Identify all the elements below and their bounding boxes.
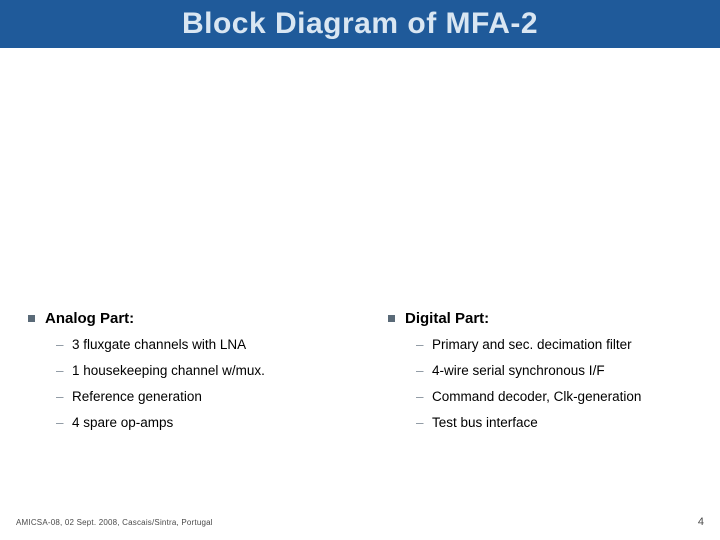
slide: Block Diagram of MFA-2 Analog Part: 3 fl… <box>0 0 720 540</box>
digital-list: Primary and sec. decimation filter 4-wir… <box>388 337 710 432</box>
footer: AMICSA-08, 02 Sept. 2008, Cascais/Sintra… <box>16 516 704 528</box>
list-item: Reference generation <box>56 389 350 406</box>
left-column: Analog Part: 3 fluxgate channels with LN… <box>0 310 360 441</box>
section-header-analog: Analog Part: <box>28 310 350 327</box>
right-column: Digital Part: Primary and sec. decimatio… <box>360 310 720 441</box>
digital-heading: Digital Part: <box>405 310 489 327</box>
title-bar: Block Diagram of MFA-2 <box>0 0 720 48</box>
page-number: 4 <box>698 516 704 528</box>
section-header-digital: Digital Part: <box>388 310 710 327</box>
content-area: Analog Part: 3 fluxgate channels with LN… <box>0 310 720 441</box>
list-item: 1 housekeeping channel w/mux. <box>56 363 350 380</box>
square-bullet-icon <box>28 315 35 322</box>
analog-heading: Analog Part: <box>45 310 134 327</box>
list-item: Test bus interface <box>416 415 710 432</box>
footer-venue: AMICSA-08, 02 Sept. 2008, Cascais/Sintra… <box>16 518 213 527</box>
list-item: 3 fluxgate channels with LNA <box>56 337 350 354</box>
list-item: 4-wire serial synchronous I/F <box>416 363 710 380</box>
list-item: 4 spare op-amps <box>56 415 350 432</box>
list-item: Primary and sec. decimation filter <box>416 337 710 354</box>
square-bullet-icon <box>388 315 395 322</box>
list-item: Command decoder, Clk-generation <box>416 389 710 406</box>
slide-title: Block Diagram of MFA-2 <box>182 7 538 41</box>
analog-list: 3 fluxgate channels with LNA 1 housekeep… <box>28 337 350 432</box>
